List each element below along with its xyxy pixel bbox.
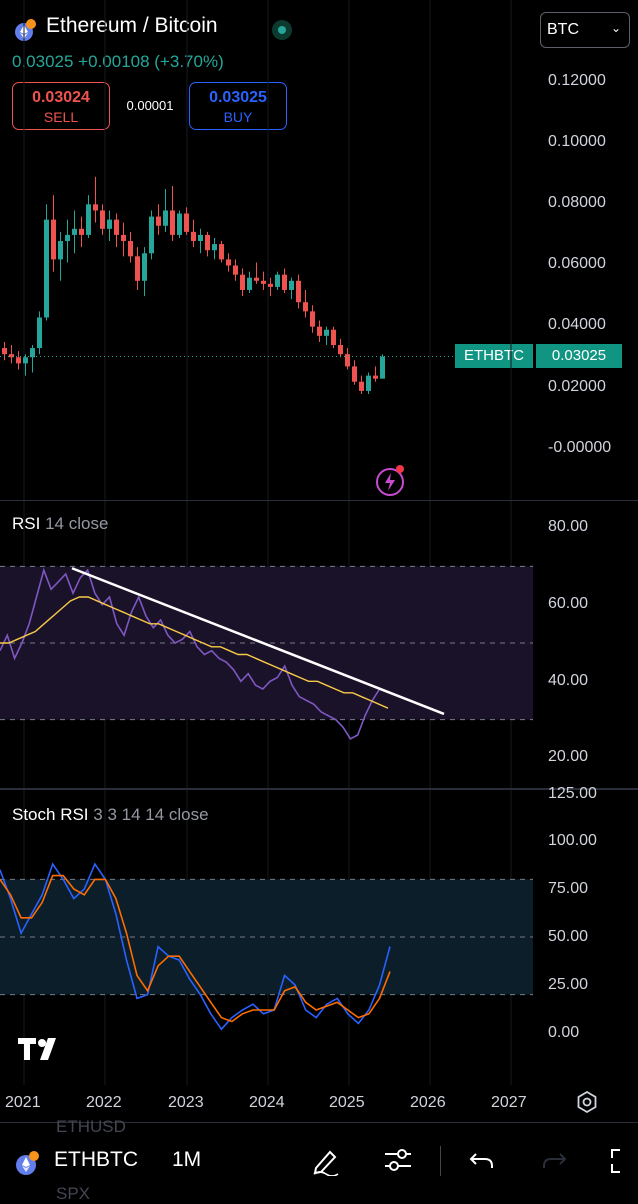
candle-body: [79, 228, 84, 235]
candle-body: [72, 228, 77, 235]
candle-body: [359, 381, 364, 391]
candle-body: [240, 274, 245, 290]
time-axis-tick: 2024: [249, 1094, 285, 1111]
candle-body: [324, 329, 329, 336]
candle-body: [233, 265, 238, 275]
candle-body: [114, 219, 119, 235]
stoch-axis-tick: 75.00: [548, 880, 589, 897]
candle-body: [219, 244, 224, 260]
time-axis-tick: 2025: [329, 1094, 365, 1111]
candle-body: [44, 219, 49, 318]
candle-body: [338, 345, 343, 355]
candle-body: [226, 259, 231, 266]
rsi-axis-tick: 20.00: [548, 748, 589, 765]
candle-body: [261, 280, 266, 284]
candle-body: [156, 216, 161, 226]
lightning-alert-icon[interactable]: [373, 463, 407, 497]
candle-body: [9, 354, 14, 358]
candle-body: [205, 234, 210, 251]
stoch-axis-tick: 100.00: [548, 832, 597, 849]
candle-body: [366, 375, 371, 391]
interval-button[interactable]: 1M: [172, 1148, 201, 1172]
candle-body: [198, 234, 203, 242]
ethereum-coin-icon: [14, 1150, 40, 1176]
candle-body: [142, 253, 147, 281]
candle-body: [303, 302, 308, 312]
stoch-axis-tick: 25.00: [548, 976, 589, 993]
pane-divider[interactable]: [0, 500, 638, 501]
chart-canvas[interactable]: [0, 0, 638, 1200]
time-axis-tick: 2021: [5, 1094, 41, 1111]
indicators-settings-icon[interactable]: [382, 1144, 414, 1176]
candle-body: [212, 244, 217, 251]
candle-body: [58, 241, 63, 260]
candle-body: [177, 213, 182, 235]
candle-body: [352, 366, 357, 382]
rsi-title: RSI 14 close: [12, 514, 108, 534]
stoch-rsi-title: Stoch RSI 3 3 14 14 close: [12, 805, 209, 825]
tradingview-logo: [18, 1036, 64, 1069]
candle-body: [289, 280, 294, 290]
candle-body: [317, 326, 322, 336]
redo-icon[interactable]: [538, 1144, 570, 1176]
candle-body: [331, 329, 336, 346]
candle-body: [296, 280, 301, 303]
stoch-axis-tick: 125.00: [548, 785, 597, 802]
candle-body: [2, 348, 7, 355]
candle-body: [170, 210, 175, 235]
candle-body: [30, 348, 35, 358]
symbol-scroller-prev[interactable]: ETHUSD: [56, 1117, 126, 1137]
candle-body: [191, 231, 196, 242]
undo-icon[interactable]: [466, 1144, 498, 1176]
candle-body: [163, 210, 168, 226]
candle-body: [268, 283, 273, 287]
candle-body: [247, 277, 252, 290]
time-axis-tick: 2027: [491, 1094, 527, 1111]
rsi-name: RSI: [12, 514, 41, 533]
candle-body: [23, 357, 28, 364]
pane-divider[interactable]: [0, 788, 638, 790]
symbol-button[interactable]: ETHBTC: [54, 1148, 138, 1172]
candle-body: [149, 216, 154, 254]
chart-settings-icon[interactable]: [575, 1090, 599, 1114]
rsi-params: 14 close: [45, 514, 109, 533]
candle-body: [107, 219, 112, 229]
fullscreen-icon[interactable]: [606, 1144, 636, 1176]
candle-body: [135, 256, 140, 281]
candle-body: [100, 210, 105, 229]
stoch-rsi-name: Stoch RSI: [12, 805, 89, 824]
rsi-axis-tick: 80.00: [548, 518, 589, 535]
candle-body: [184, 213, 189, 232]
candle-body: [254, 277, 259, 281]
candle-body: [65, 234, 70, 242]
candle-body: [37, 317, 42, 349]
rsi-axis-tick: 60.00: [548, 595, 589, 612]
toolbar-separator: [440, 1146, 441, 1176]
candle-body: [86, 204, 91, 235]
candle-body: [51, 219, 56, 260]
symbol-scroller-next[interactable]: SPX: [56, 1184, 90, 1204]
candle-body: [282, 274, 287, 290]
time-axis-tick: 2023: [168, 1094, 204, 1111]
time-axis-tick: 2026: [410, 1094, 446, 1111]
candle-body: [310, 311, 315, 327]
stoch-axis-tick: 50.00: [548, 928, 589, 945]
stoch-rsi-params: 3 3 14 14 close: [93, 805, 209, 824]
candle-body: [121, 234, 126, 242]
stoch-axis-tick: 0.00: [548, 1024, 580, 1041]
candle-body: [93, 204, 98, 211]
candle-body: [373, 375, 378, 379]
rsi-axis-tick: 40.00: [548, 672, 589, 689]
candle-body: [275, 274, 280, 287]
drawing-tools-icon[interactable]: [310, 1144, 342, 1176]
candle-body: [16, 357, 21, 364]
candle-body: [380, 356, 385, 379]
time-axis-tick: 2022: [86, 1094, 122, 1111]
candle-body: [128, 241, 133, 257]
candle-body: [345, 354, 350, 367]
